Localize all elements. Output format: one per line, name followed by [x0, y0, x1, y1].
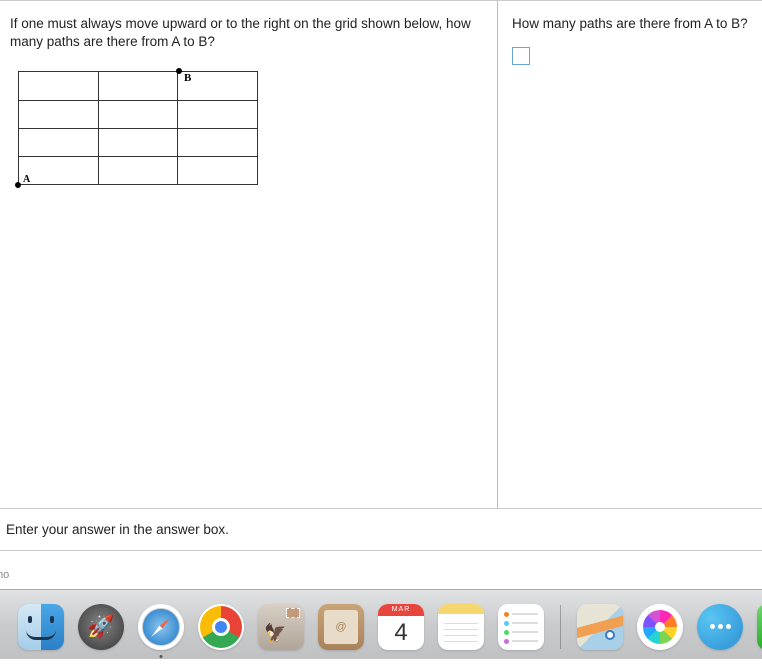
calendar-day: 4	[378, 616, 424, 650]
grid-diagram: A B	[16, 69, 260, 187]
calendar-icon[interactable]: MAR 4	[378, 604, 424, 650]
maps-icon[interactable]	[577, 604, 623, 650]
point-a-dot	[15, 182, 21, 188]
contacts-icon[interactable]: @	[318, 604, 364, 650]
question-text-left: If one must always move upward or to the…	[10, 15, 485, 51]
truncated-text: mo	[0, 569, 9, 581]
question-right-panel: How many paths are there from A to B?	[498, 1, 762, 508]
answer-input[interactable]	[512, 47, 530, 65]
instruction-bar: Enter your answer in the answer box.	[0, 508, 762, 551]
point-b-label: B	[184, 72, 191, 84]
point-a-label: A	[23, 174, 30, 185]
dock-divider	[560, 605, 561, 649]
content-area: If one must always move upward or to the…	[0, 0, 762, 508]
reminders-icon[interactable]	[498, 604, 544, 650]
photos-icon[interactable]	[637, 604, 683, 650]
grid-table	[18, 71, 258, 185]
notes-icon[interactable]	[438, 604, 484, 650]
finder-icon[interactable]	[18, 604, 64, 650]
launchpad-icon[interactable]: 🚀	[78, 604, 124, 650]
macos-dock: 🚀 🦅 @ MAR 4	[0, 589, 762, 659]
facetime-icon[interactable]	[757, 604, 762, 650]
point-b-dot	[176, 68, 182, 74]
mail-icon[interactable]: 🦅	[258, 604, 304, 650]
question-text-right: How many paths are there from A to B?	[512, 15, 750, 33]
question-left-panel: If one must always move upward or to the…	[0, 1, 498, 508]
page-gap: mo	[0, 551, 762, 589]
safari-icon[interactable]	[138, 604, 184, 650]
messages-icon[interactable]	[697, 604, 743, 650]
calendar-month: MAR	[378, 604, 424, 616]
chrome-icon[interactable]	[198, 604, 244, 650]
